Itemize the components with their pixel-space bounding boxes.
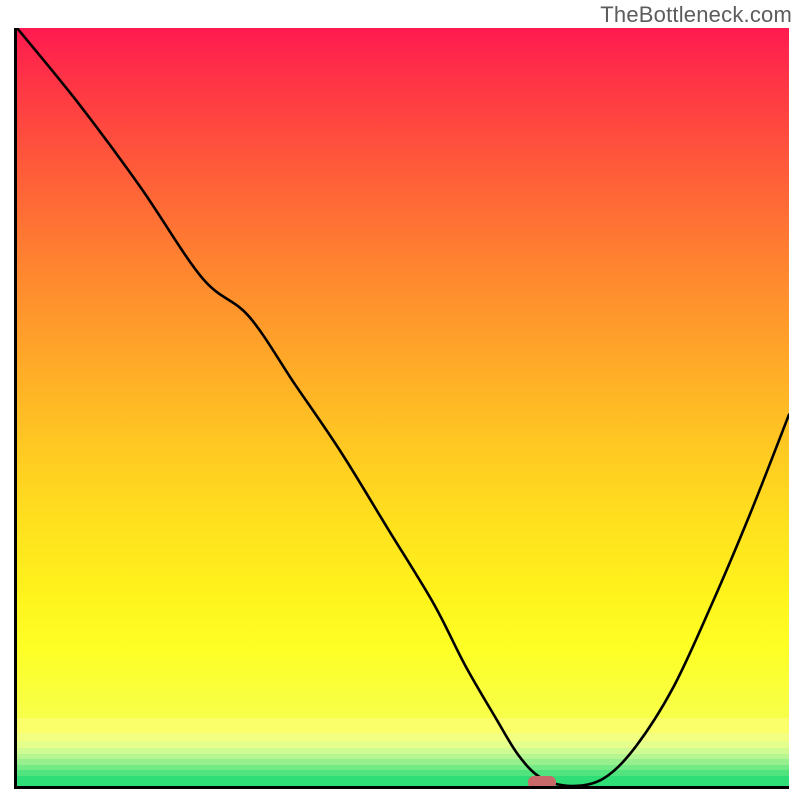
chart-svg <box>17 28 789 786</box>
watermark-text: TheBottleneck.com <box>600 2 792 28</box>
optimal-marker <box>528 776 556 786</box>
bottleneck-curve <box>17 28 789 786</box>
chart-container: TheBottleneck.com <box>0 0 800 800</box>
plot-area <box>14 28 789 789</box>
